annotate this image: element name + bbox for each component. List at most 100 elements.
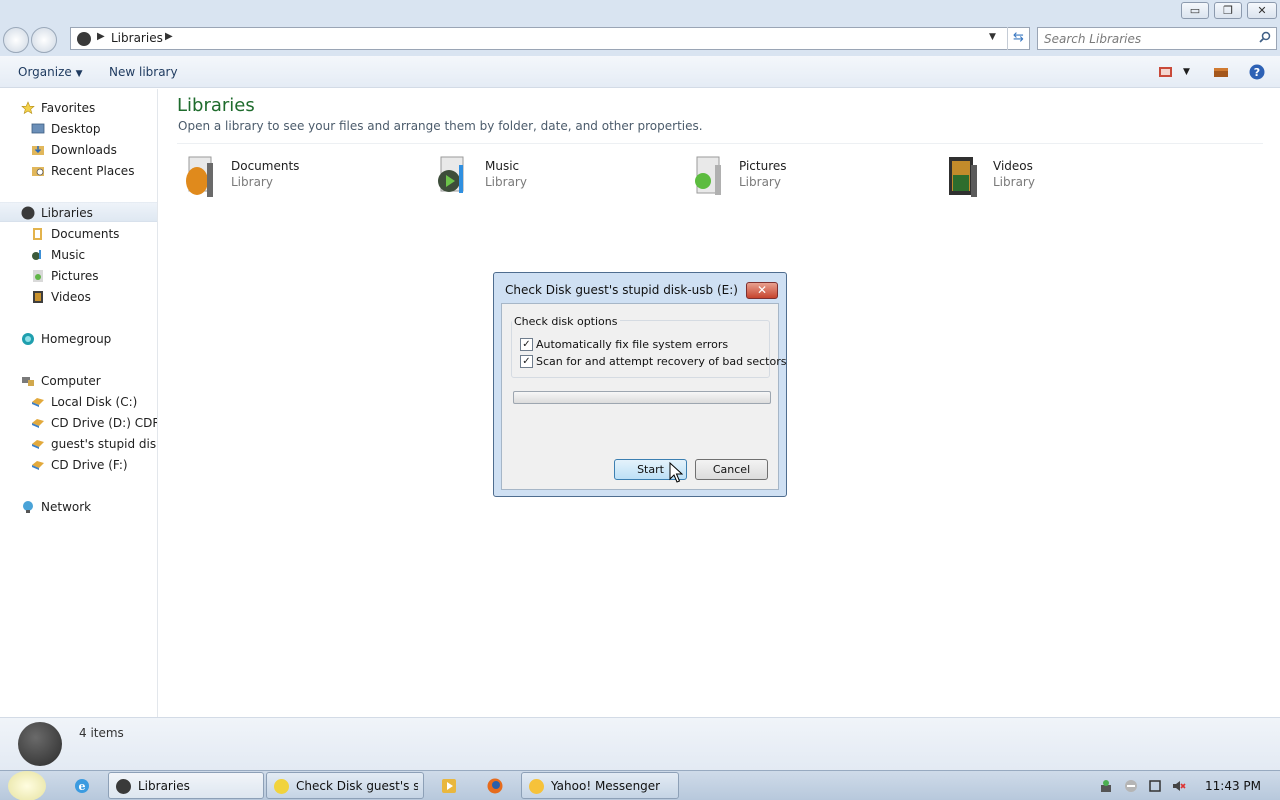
nav-computer[interactable]: Computer: [0, 371, 157, 391]
nav-local-disk-label: Local Disk (C:): [51, 395, 138, 409]
nav-local-disk[interactable]: Local Disk (C:): [0, 392, 157, 412]
tray-messenger-icon[interactable]: [1124, 779, 1138, 793]
close-icon: ✕: [1257, 4, 1267, 17]
tray-action-center-icon[interactable]: [1148, 779, 1162, 793]
preview-pane-icon[interactable]: [1213, 65, 1229, 79]
status-bar: 4 items: [0, 717, 1280, 770]
address-row: ▶ Libraries ▶ ▼ ⇆: [0, 24, 1280, 56]
media-player-icon[interactable]: [440, 777, 458, 795]
taskbar-item-libraries[interactable]: Libraries: [108, 772, 264, 799]
nav-desktop-label: Desktop: [51, 122, 101, 136]
taskbar-item-label: Check Disk guest's st...: [296, 779, 418, 793]
tray-network-icon[interactable]: [1099, 779, 1113, 793]
breadcrumb-arrow-icon[interactable]: ▶: [97, 31, 105, 42]
library-pictures[interactable]: Pictures Library: [685, 153, 925, 201]
library-name: Music: [485, 159, 520, 173]
library-type: Library: [231, 175, 273, 189]
organize-button[interactable]: Organize ▼: [18, 65, 83, 79]
new-library-button[interactable]: New library: [109, 65, 178, 79]
taskbar-item-label: Yahoo! Messenger: [551, 779, 661, 793]
window-title-bar: ▭ ❐ ✕: [0, 0, 1280, 24]
view-options-chevron-icon[interactable]: ▼: [1183, 67, 1190, 77]
documents-library-icon: [33, 228, 42, 240]
taskbar-clock[interactable]: 11:43 PM: [1205, 779, 1261, 793]
nav-recent-places-label: Recent Places: [51, 164, 135, 178]
forward-button[interactable]: [31, 27, 57, 53]
nav-pictures-label: Pictures: [51, 269, 99, 283]
check-disk-dialog: Check Disk guest's stupid disk-usb (E:) …: [493, 272, 787, 497]
nav-cd-drive-f[interactable]: CD Drive (F:): [0, 455, 157, 475]
checkbox-check-icon[interactable]: ✓: [520, 355, 533, 368]
nav-pictures[interactable]: Pictures: [0, 266, 157, 286]
nav-usb-drive-label: guest's stupid disk-usb (E:): [51, 437, 157, 451]
nav-recent-places[interactable]: Recent Places: [0, 161, 157, 181]
breadcrumb-arrow-icon[interactable]: ▶: [165, 31, 173, 42]
restore-button[interactable]: ❐: [1214, 2, 1242, 19]
library-documents[interactable]: Documents Library: [177, 153, 417, 201]
desktop-icon: [31, 123, 45, 134]
nav-cd-drive-d-label: CD Drive (D:) CDROM: [51, 416, 157, 430]
item-count: 4 items: [79, 726, 124, 740]
nav-music[interactable]: Music: [0, 245, 157, 265]
back-button[interactable]: [3, 27, 29, 53]
nav-downloads[interactable]: Downloads: [0, 140, 157, 160]
nav-desktop[interactable]: Desktop: [0, 119, 157, 139]
nav-favorites[interactable]: Favorites: [0, 98, 157, 118]
search-icon[interactable]: [1259, 31, 1271, 43]
nav-homegroup-label: Homegroup: [41, 332, 112, 346]
dialog-body: Check disk options ✓ Automatically fix f…: [501, 303, 786, 490]
hard-drive-icon: [32, 398, 44, 407]
library-music[interactable]: Music Library: [431, 153, 671, 201]
close-icon: ✕: [756, 283, 768, 297]
page-subtitle: Open a library to see your files and arr…: [178, 119, 703, 133]
start-button[interactable]: [8, 771, 46, 800]
address-bar[interactable]: ▶ Libraries ▶ ▼ ⇆: [70, 27, 1030, 50]
nav-libraries-label: Libraries: [41, 206, 93, 220]
address-dropdown-icon[interactable]: ▼: [989, 32, 996, 42]
libraries-large-icon: [18, 722, 62, 766]
close-window-button[interactable]: ✕: [1247, 2, 1277, 19]
computer-icon: [22, 377, 34, 386]
group-title: Check disk options: [512, 315, 620, 328]
nav-videos[interactable]: Videos: [0, 287, 157, 307]
tray-volume-muted-icon[interactable]: [1172, 779, 1186, 793]
nav-documents[interactable]: Documents: [0, 224, 157, 244]
help-icon[interactable]: ?: [1249, 64, 1265, 80]
breadcrumb-libraries[interactable]: Libraries: [111, 31, 163, 45]
cd-drive-icon: [32, 419, 44, 428]
nav-favorites-label: Favorites: [41, 101, 96, 115]
taskbar-item-check-disk[interactable]: Check Disk guest's st...: [266, 772, 424, 799]
nav-music-label: Music: [51, 248, 86, 262]
taskbar-item-yahoo-messenger[interactable]: Yahoo! Messenger: [521, 772, 679, 799]
progress-bar: [513, 391, 771, 404]
library-videos[interactable]: Videos Library: [939, 153, 1179, 201]
refresh-icon[interactable]: ⇆: [1007, 27, 1029, 50]
nav-downloads-label: Downloads: [51, 143, 117, 157]
yahoo-messenger-icon: [529, 779, 544, 794]
svg-text:?: ?: [1254, 66, 1260, 79]
divider: [177, 143, 1263, 144]
nav-libraries[interactable]: Libraries: [0, 202, 157, 222]
change-view-icon[interactable]: [1158, 65, 1174, 79]
taskbar: e Libraries Check Disk guest's st... Yah…: [0, 770, 1280, 800]
nav-cd-drive-f-label: CD Drive (F:): [51, 458, 128, 472]
cancel-button[interactable]: Cancel: [695, 459, 768, 480]
firefox-icon[interactable]: [486, 777, 504, 795]
nav-network[interactable]: Network: [0, 497, 157, 517]
search-box[interactable]: [1037, 27, 1277, 50]
nav-homegroup[interactable]: Homegroup: [0, 329, 157, 349]
checkbox-check-icon[interactable]: ✓: [520, 338, 533, 351]
dialog-close-button[interactable]: ✕: [746, 282, 778, 299]
internet-explorer-icon[interactable]: e: [73, 777, 91, 795]
usb-drive-icon: [32, 440, 44, 449]
minimize-button[interactable]: ▭: [1181, 2, 1209, 19]
library-name: Documents: [231, 159, 300, 173]
nav-usb-drive[interactable]: guest's stupid disk-usb (E:): [0, 434, 157, 454]
taskbar-item-label: Libraries: [138, 779, 190, 793]
chevron-down-icon: ▼: [75, 69, 83, 79]
star-icon: [21, 101, 35, 115]
search-input[interactable]: [1044, 30, 1244, 47]
music-library-icon: [438, 156, 464, 193]
network-icon: [23, 501, 33, 513]
nav-cd-drive-d[interactable]: CD Drive (D:) CDROM: [0, 413, 157, 433]
